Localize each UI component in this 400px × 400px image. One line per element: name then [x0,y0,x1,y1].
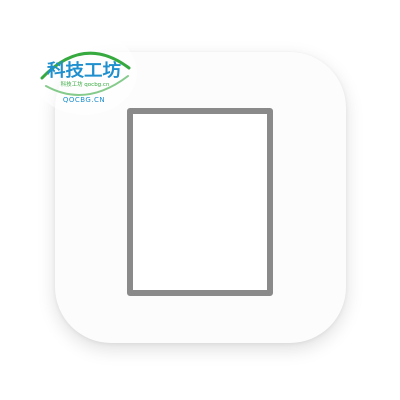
svg-text:科技工坊: 科技工坊 [47,60,121,81]
svg-text:科技工坊 qocbg.cn: 科技工坊 qocbg.cn [61,80,110,88]
watermark-domain: QOCBG.CN [63,96,105,104]
document-frame-icon [127,108,273,296]
watermark-logo: 科技工坊 科技工坊 qocbg.cn QOCBG.CN [32,30,137,115]
screenshot-stage: 科技工坊 科技工坊 qocbg.cn QOCBG.CN [0,0,400,400]
watermark-logo-graphic: 科技工坊 科技工坊 qocbg.cn QOCBG.CN [40,51,131,104]
